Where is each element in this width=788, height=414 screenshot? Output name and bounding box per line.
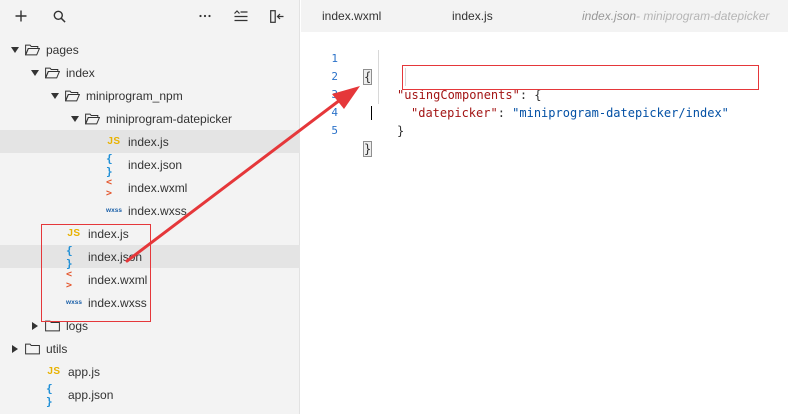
tree-item-label: index.wxml bbox=[128, 180, 188, 195]
tree-file[interactable]: JS index.js bbox=[0, 130, 300, 153]
tree-file[interactable]: wxss index.wxss bbox=[0, 199, 300, 222]
close-brace: } bbox=[397, 124, 405, 138]
folder-open-icon bbox=[84, 111, 100, 127]
explorer-toolbar bbox=[0, 0, 300, 32]
code-line-5: 5 } bbox=[301, 104, 788, 157]
explorer-sidebar: pages index miniprogram_npm miniprogram-dat… bbox=[0, 0, 300, 414]
tree-item-label: index.js bbox=[128, 134, 169, 149]
tab-label: index.js bbox=[452, 9, 493, 23]
annotation-box-code bbox=[402, 65, 759, 90]
tab-index-wxml[interactable]: index.wxml bbox=[322, 0, 381, 32]
tree-folder[interactable]: index bbox=[0, 61, 300, 84]
folder-open-icon bbox=[44, 65, 60, 81]
tree-folder[interactable]: utils bbox=[0, 337, 300, 360]
tree-item-label: pages bbox=[46, 42, 79, 57]
file-tree: pages index miniprogram_npm miniprogram-dat… bbox=[0, 38, 300, 408]
tree-item-label: app.js bbox=[68, 364, 101, 379]
tree-folder[interactable]: pages bbox=[0, 38, 300, 61]
code-line-1: 1 { bbox=[301, 32, 788, 85]
json-file-icon: { } bbox=[46, 381, 53, 408]
tree-file[interactable]: { } index.json bbox=[0, 151, 300, 178]
line-number: 5 bbox=[331, 124, 338, 137]
tab-index-js[interactable]: index.js bbox=[452, 0, 493, 32]
tree-file[interactable]: JS app.js bbox=[0, 360, 300, 383]
text-cursor bbox=[371, 106, 372, 120]
tab-label: index.wxml bbox=[322, 9, 382, 23]
editor-tab-bar: index.wxml index.js index.json - minipro… bbox=[301, 0, 788, 32]
chevron-down-icon[interactable] bbox=[70, 114, 80, 124]
collapse-all-icon[interactable] bbox=[230, 6, 252, 26]
code-editor: index.wxml index.js index.json - minipro… bbox=[301, 0, 788, 414]
wxss-file-icon: wxss bbox=[106, 207, 122, 214]
folder-icon bbox=[24, 341, 40, 357]
js-file-icon: JS bbox=[47, 366, 61, 377]
folder-open-icon bbox=[64, 88, 80, 104]
tree-item-label: index bbox=[66, 65, 95, 80]
tab-index-json[interactable]: index.json - miniprogram-datepicker bbox=[582, 0, 769, 32]
tree-item-label: index.json bbox=[128, 157, 183, 172]
chevron-down-icon[interactable] bbox=[30, 68, 40, 78]
tree-folder[interactable]: miniprogram_npm bbox=[0, 84, 300, 107]
tree-file[interactable]: { } app.json bbox=[0, 381, 300, 408]
tree-file[interactable]: < > index.wxml bbox=[0, 176, 300, 199]
tree-item-label: app.json bbox=[68, 387, 114, 402]
chevron-right-icon[interactable] bbox=[30, 321, 40, 331]
tree-item-label: index.wxss bbox=[128, 203, 187, 218]
chevron-right-icon[interactable] bbox=[10, 344, 20, 354]
json-file-icon: { } bbox=[106, 151, 113, 178]
wxml-file-icon: < > bbox=[106, 176, 113, 199]
tree-item-label: utils bbox=[46, 341, 68, 356]
js-file-icon: JS bbox=[107, 136, 121, 147]
collapse-panel-icon[interactable] bbox=[266, 6, 288, 26]
chevron-down-icon[interactable] bbox=[50, 91, 60, 101]
chevron-down-icon[interactable] bbox=[10, 45, 20, 55]
tab-path-hint: - miniprogram-datepicker bbox=[636, 9, 770, 23]
close-brace: } bbox=[362, 141, 373, 157]
ellipsis-icon[interactable] bbox=[194, 6, 216, 26]
plus-icon[interactable] bbox=[10, 6, 32, 26]
folder-open-icon bbox=[24, 42, 40, 58]
tab-label: index.json bbox=[582, 9, 637, 23]
annotation-box-files bbox=[41, 224, 151, 322]
tree-item-label: miniprogram_npm bbox=[86, 88, 183, 103]
search-icon[interactable] bbox=[48, 6, 70, 26]
tree-item-label: miniprogram-datepicker bbox=[106, 111, 233, 126]
tree-folder[interactable]: miniprogram-datepicker bbox=[0, 107, 300, 130]
